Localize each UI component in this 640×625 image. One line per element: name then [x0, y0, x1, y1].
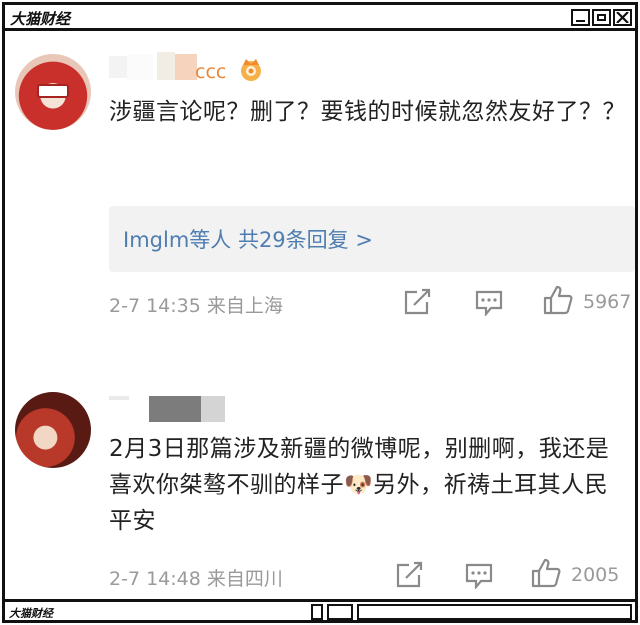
app-window: 大猫财经 ccc 涉疆言论呢？删了？要钱的时候就忽然友好了？？ Imglm等人 … — [2, 2, 638, 623]
comment-text: 2月3日那篇涉及新疆的微博呢，别删啊，我还是喜欢你桀骜不驯的样子🐶另外，祈祷土耳… — [109, 436, 610, 534]
like-icon[interactable] — [543, 285, 573, 315]
status-panel — [327, 604, 353, 620]
like-count: 5967 — [583, 291, 632, 313]
window-title: 大猫财经 — [10, 10, 71, 28]
statusbar-label: 大猫财经 — [9, 607, 53, 620]
window-titlebar: 大猫财经 — [5, 5, 635, 31]
replies-box[interactable]: Imglm等人 共29条回复 > — [109, 206, 635, 272]
like-count: 2005 — [571, 564, 620, 586]
status-panel — [357, 604, 632, 620]
share-icon[interactable] — [395, 561, 425, 589]
comment-meta: 2-7 14:48 来自四川 — [109, 568, 283, 590]
view-replies-link[interactable]: Imglm等人 共29条回复 > — [123, 224, 373, 254]
window-statusbar: 大猫财经 — [5, 599, 635, 620]
comment-icon[interactable] — [475, 290, 503, 316]
share-icon[interactable] — [403, 288, 433, 316]
minimize-icon[interactable] — [571, 9, 590, 26]
comment-meta: 2-7 14:35 来自上海 — [109, 295, 283, 317]
username-suffix[interactable]: ccc — [195, 61, 226, 83]
status-panel — [311, 604, 323, 620]
username-mosaic — [109, 50, 197, 84]
comment-icon[interactable] — [465, 563, 493, 589]
avatar[interactable] — [15, 392, 91, 468]
avatar[interactable] — [15, 54, 91, 130]
like-icon[interactable] — [531, 558, 561, 588]
maximize-icon[interactable] — [592, 9, 611, 26]
comment-feed: ccc 涉疆言论呢？删了？要钱的时候就忽然友好了？？ Imglm等人 共29条回… — [5, 34, 635, 599]
crown-icon — [241, 59, 261, 81]
close-icon[interactable] — [613, 9, 632, 26]
username-mosaic — [109, 394, 229, 424]
comment-text: 涉疆言论呢？删了？要钱的时候就忽然友好了？？ — [109, 99, 626, 125]
